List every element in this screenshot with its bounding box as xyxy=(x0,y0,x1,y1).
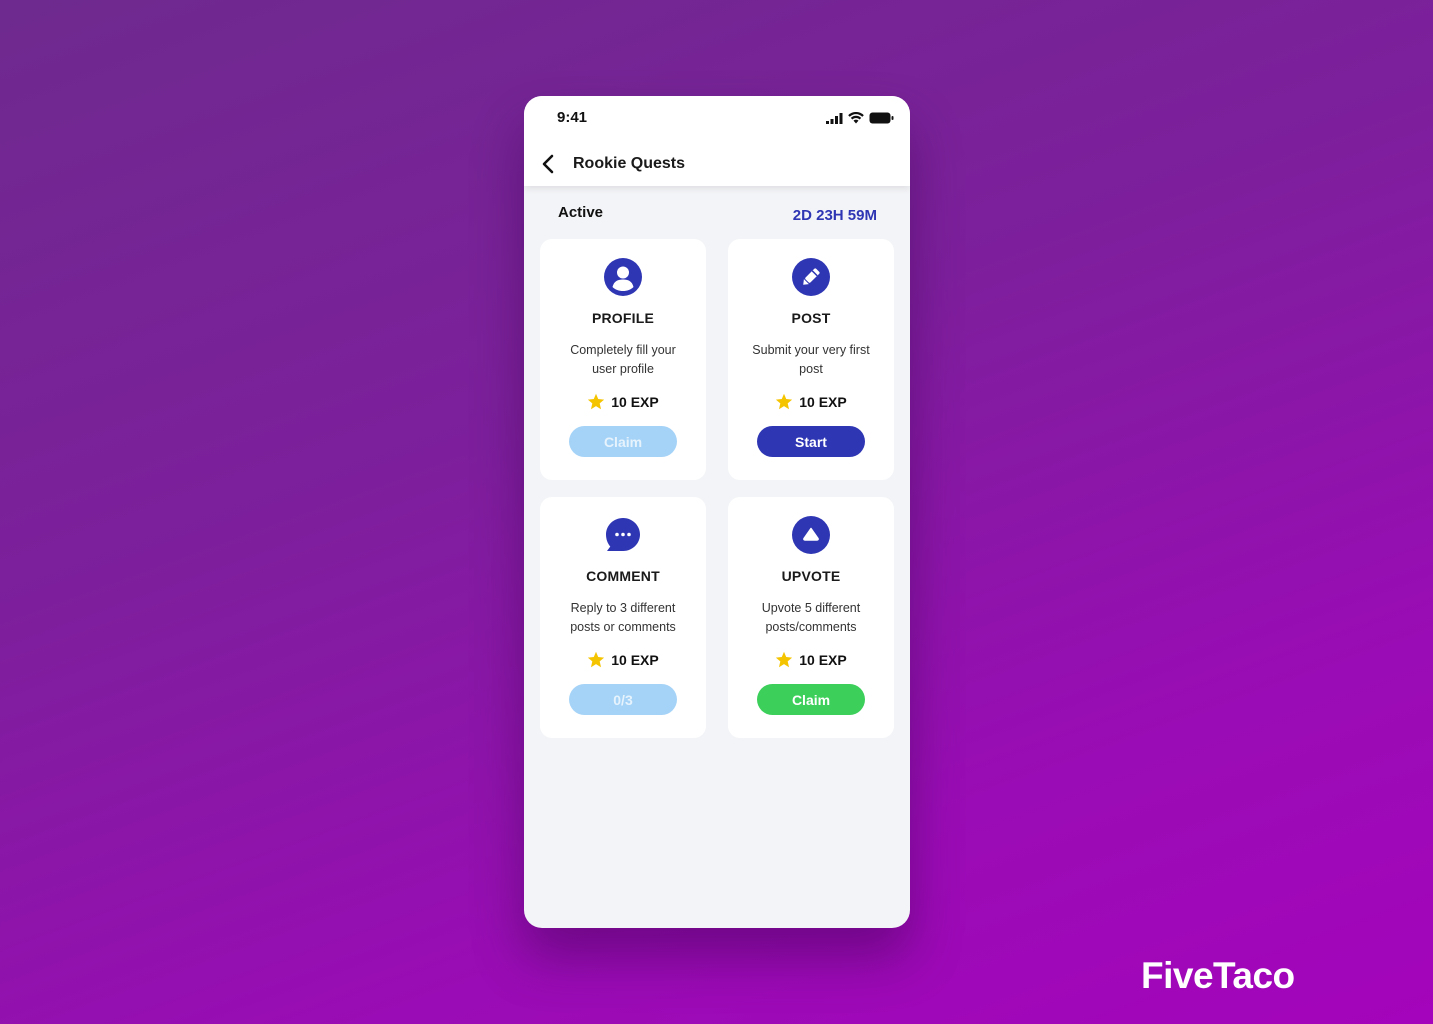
quest-description: Completely fill your user profile xyxy=(570,343,676,376)
comment-icon xyxy=(604,516,642,554)
pencil-icon xyxy=(792,258,830,296)
start-button[interactable]: Start xyxy=(757,426,865,457)
reward-label: 10 EXP xyxy=(611,393,659,410)
quest-grid: PROFILE Completely fill your user profil… xyxy=(540,239,894,738)
star-icon xyxy=(776,393,793,410)
wifi-icon xyxy=(848,112,864,124)
star-icon xyxy=(588,651,605,668)
upvote-icon xyxy=(792,516,830,554)
signal-icon xyxy=(826,112,843,124)
quest-card-profile: PROFILE Completely fill your user profil… xyxy=(540,239,706,480)
phone-screen: 9:41 Rookie Quests Active 2D 23H 59M PRO… xyxy=(524,96,910,928)
quest-description: Upvote 5 different posts/comments xyxy=(761,601,861,634)
quest-title: POST xyxy=(791,310,831,326)
nav-bar: Rookie Quests xyxy=(524,148,685,180)
quest-reward: 10 EXP xyxy=(775,393,847,410)
quest-card-post: POST Submit your very first post 10 EXP … xyxy=(728,239,894,480)
reward-label: 10 EXP xyxy=(611,651,659,668)
quest-description: Reply to 3 different posts or comments xyxy=(570,601,676,634)
star-icon xyxy=(776,651,793,668)
status-icons xyxy=(826,112,894,124)
quest-reward: 10 EXP xyxy=(775,651,847,668)
top-bar: 9:41 Rookie Quests xyxy=(524,96,910,186)
star-icon xyxy=(588,393,605,410)
quest-card-upvote: UPVOTE Upvote 5 different posts/comments… xyxy=(728,497,894,738)
quest-title: UPVOTE xyxy=(781,568,841,584)
quest-reward: 10 EXP xyxy=(587,651,659,668)
brand-logo: FiveTaco xyxy=(1141,955,1295,996)
progress-button[interactable]: 0/3 xyxy=(569,684,677,715)
page-title: Rookie Quests xyxy=(573,155,686,172)
status-time: 9:41 xyxy=(557,109,588,126)
battery-icon xyxy=(869,112,894,124)
section-label: Active xyxy=(558,203,604,221)
claim-button[interactable]: Claim xyxy=(757,684,865,715)
countdown-timer: 2D 23H 59M xyxy=(792,206,877,224)
claim-button[interactable]: Claim xyxy=(569,426,677,457)
reward-label: 10 EXP xyxy=(799,393,847,410)
quest-description: Submit your very first post xyxy=(752,343,870,376)
section-header: Active 2D 23H 59M xyxy=(524,202,910,224)
quest-title: COMMENT xyxy=(586,568,660,584)
quest-title: PROFILE xyxy=(591,310,655,326)
reward-label: 10 EXP xyxy=(799,651,847,668)
back-button[interactable] xyxy=(538,154,558,174)
user-icon xyxy=(604,258,642,296)
chevron-left-icon xyxy=(542,154,554,174)
quest-reward: 10 EXP xyxy=(587,393,659,410)
quest-card-comment: COMMENT Reply to 3 different posts or co… xyxy=(540,497,706,738)
